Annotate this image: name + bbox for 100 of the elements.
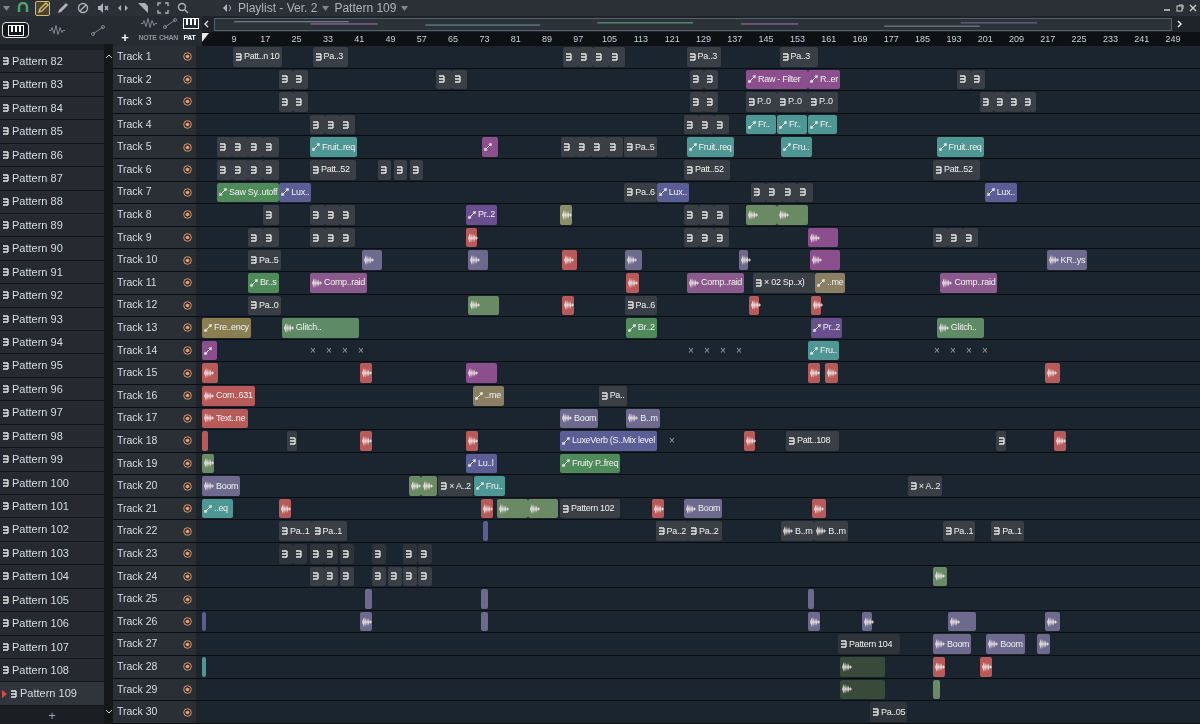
pattern-clip[interactable]: Patt..n 10	[233, 47, 282, 67]
pattern-item[interactable]: Pattern 98	[0, 424, 104, 449]
pattern-clip[interactable]: Pattern 104	[838, 634, 900, 655]
marker[interactable]: ×	[342, 345, 352, 356]
pattern-item[interactable]: Pattern 109	[0, 682, 104, 706]
audio-clip[interactable]: B..m	[781, 521, 815, 542]
audio-clip[interactable]: Boom	[560, 408, 599, 429]
automation-clip[interactable]: ..me	[472, 385, 504, 406]
pattern-item[interactable]: Pattern 108	[0, 658, 104, 683]
pattern-clip[interactable]: Pa..6	[624, 295, 658, 316]
track-header[interactable]: Track 1	[113, 46, 196, 68]
track-header[interactable]: Track 28	[113, 656, 196, 678]
marker[interactable]: ×	[966, 345, 976, 356]
audio-clip[interactable]: B..m	[626, 408, 661, 429]
pattern-clip[interactable]: Pattern 102	[560, 498, 620, 519]
pattern-clip[interactable]: Pa..3	[312, 47, 348, 67]
automation-clip[interactable]: R..er	[808, 69, 840, 90]
marker[interactable]: ×	[982, 345, 992, 356]
pattern-clip[interactable]: Pa..3	[686, 47, 721, 67]
pattern-clip[interactable]: Pa..6	[624, 182, 657, 203]
track-header[interactable]: Track 9	[113, 226, 196, 249]
track-header[interactable]: Track 20	[113, 475, 196, 497]
automation-clip[interactable]: Raw - Filter	[746, 69, 808, 90]
pattern-item[interactable]: Pattern 103	[0, 541, 104, 566]
pattern-item[interactable]: Pattern 84	[0, 96, 104, 121]
pattern-item[interactable]: Pattern 83	[0, 73, 104, 97]
pattern-item[interactable]: Pattern 95	[0, 354, 104, 378]
pattern-item[interactable]: Pattern 82	[0, 50, 104, 74]
pattern-item[interactable]: Pattern 99	[0, 448, 104, 472]
marker[interactable]: ×	[326, 345, 336, 356]
pattern-clip[interactable]: Pa..1	[279, 521, 312, 542]
pattern-item[interactable]: Pattern 90	[0, 237, 104, 261]
pattern-item[interactable]: Pattern 101	[0, 495, 104, 519]
track-header[interactable]: Track 2	[113, 68, 196, 91]
marker[interactable]: ×	[720, 345, 730, 356]
track-header[interactable]: Track 5	[113, 136, 196, 158]
pattern-clip[interactable]: Pa..1	[311, 521, 347, 542]
automation-clip[interactable]: Br..s	[248, 272, 279, 293]
track-header[interactable]: Track 6	[113, 158, 196, 181]
pattern-item[interactable]: Pattern 89	[0, 213, 104, 238]
audio-clip[interactable]: Boom	[933, 634, 972, 655]
audio-clip[interactable]: Boom	[202, 476, 241, 496]
pattern-item[interactable]: Pattern 88	[0, 190, 104, 214]
pattern-item[interactable]: Pattern 92	[0, 284, 104, 308]
audio-clip[interactable]: Comp..raid	[687, 272, 745, 293]
automation-clip[interactable]: Pr..2	[810, 318, 842, 338]
automation-clip[interactable]: Fre..ency	[202, 318, 251, 338]
pattern-clip[interactable]: Pa..1	[942, 521, 976, 542]
track-header[interactable]: Track 10	[113, 249, 196, 271]
pattern-item[interactable]: Pattern 105	[0, 588, 104, 613]
pattern-item[interactable]: Pattern 93	[0, 307, 104, 332]
pattern-item[interactable]: Pattern 102	[0, 518, 104, 542]
pattern-clip[interactable]: Pa..2	[655, 521, 689, 542]
track-header[interactable]: Track 27	[113, 633, 196, 656]
track-header[interactable]: Track 17	[113, 407, 196, 430]
automation-clip[interactable]: Br..2	[625, 318, 657, 338]
track-header[interactable]: Track 19	[113, 452, 196, 475]
audio-clip[interactable]: Glitch..	[281, 318, 359, 338]
track-header[interactable]: Track 3	[113, 91, 196, 113]
marker[interactable]: ×	[934, 345, 944, 356]
track-header[interactable]: Track 18	[113, 430, 196, 452]
track-header[interactable]: Track 12	[113, 294, 196, 317]
pattern-item[interactable]: Pattern 107	[0, 635, 104, 659]
pattern-item[interactable]: Pattern 96	[0, 377, 104, 402]
marker[interactable]: ×	[950, 345, 960, 356]
track-header[interactable]: Track 25	[113, 588, 196, 610]
automation-clip[interactable]: Saw Sy..utoff	[217, 182, 280, 203]
automation-clip[interactable]: Lux..	[984, 182, 1017, 203]
track-header[interactable]: Track 23	[113, 543, 196, 565]
pattern-clip[interactable]: Pa..0	[248, 295, 281, 316]
track-header[interactable]: Track 30	[113, 701, 196, 723]
marker[interactable]: ×	[310, 345, 320, 356]
automation-clip[interactable]: Fruity P..freq	[560, 453, 621, 474]
pattern-item[interactable]: Pattern 97	[0, 401, 104, 425]
pattern-clip[interactable]: Pa..1	[991, 521, 1024, 542]
automation-clip[interactable]: ..me	[815, 272, 846, 293]
track-header[interactable]: Track 26	[113, 610, 196, 633]
track-header[interactable]: Track 13	[113, 317, 196, 339]
track-header[interactable]: Track 8	[113, 204, 196, 226]
audio-clip[interactable]: B..m	[814, 521, 848, 542]
pattern-clip[interactable]: P..0	[808, 92, 838, 112]
audio-clip[interactable]: Boom	[684, 498, 723, 519]
pattern-clip[interactable]: Pa..5	[624, 137, 657, 157]
track-header[interactable]: Track 16	[113, 384, 196, 407]
pattern-item[interactable]: Pattern 86	[0, 143, 104, 168]
pattern-item[interactable]: Pattern 87	[0, 167, 104, 191]
pattern-clip[interactable]: P..0	[777, 92, 808, 112]
audio-clip[interactable]: KR..ys	[1046, 250, 1088, 270]
audio-clip[interactable]: Comp..raid	[940, 272, 998, 293]
marker[interactable]: ×	[668, 435, 679, 446]
track-header[interactable]: Track 24	[113, 565, 196, 588]
pattern-clip[interactable]: × A..2	[907, 476, 943, 496]
audio-clip[interactable]: Comp..raid	[310, 272, 368, 293]
pattern-clip[interactable]: Pa..05	[870, 702, 908, 722]
track-header[interactable]: Track 14	[113, 339, 196, 362]
marker[interactable]: ×	[736, 345, 746, 356]
marker[interactable]: ×	[688, 345, 698, 356]
track-header[interactable]: Track 29	[113, 678, 196, 701]
marker[interactable]: ×	[358, 345, 368, 356]
pattern-clip[interactable]: Pa..2	[688, 521, 723, 542]
